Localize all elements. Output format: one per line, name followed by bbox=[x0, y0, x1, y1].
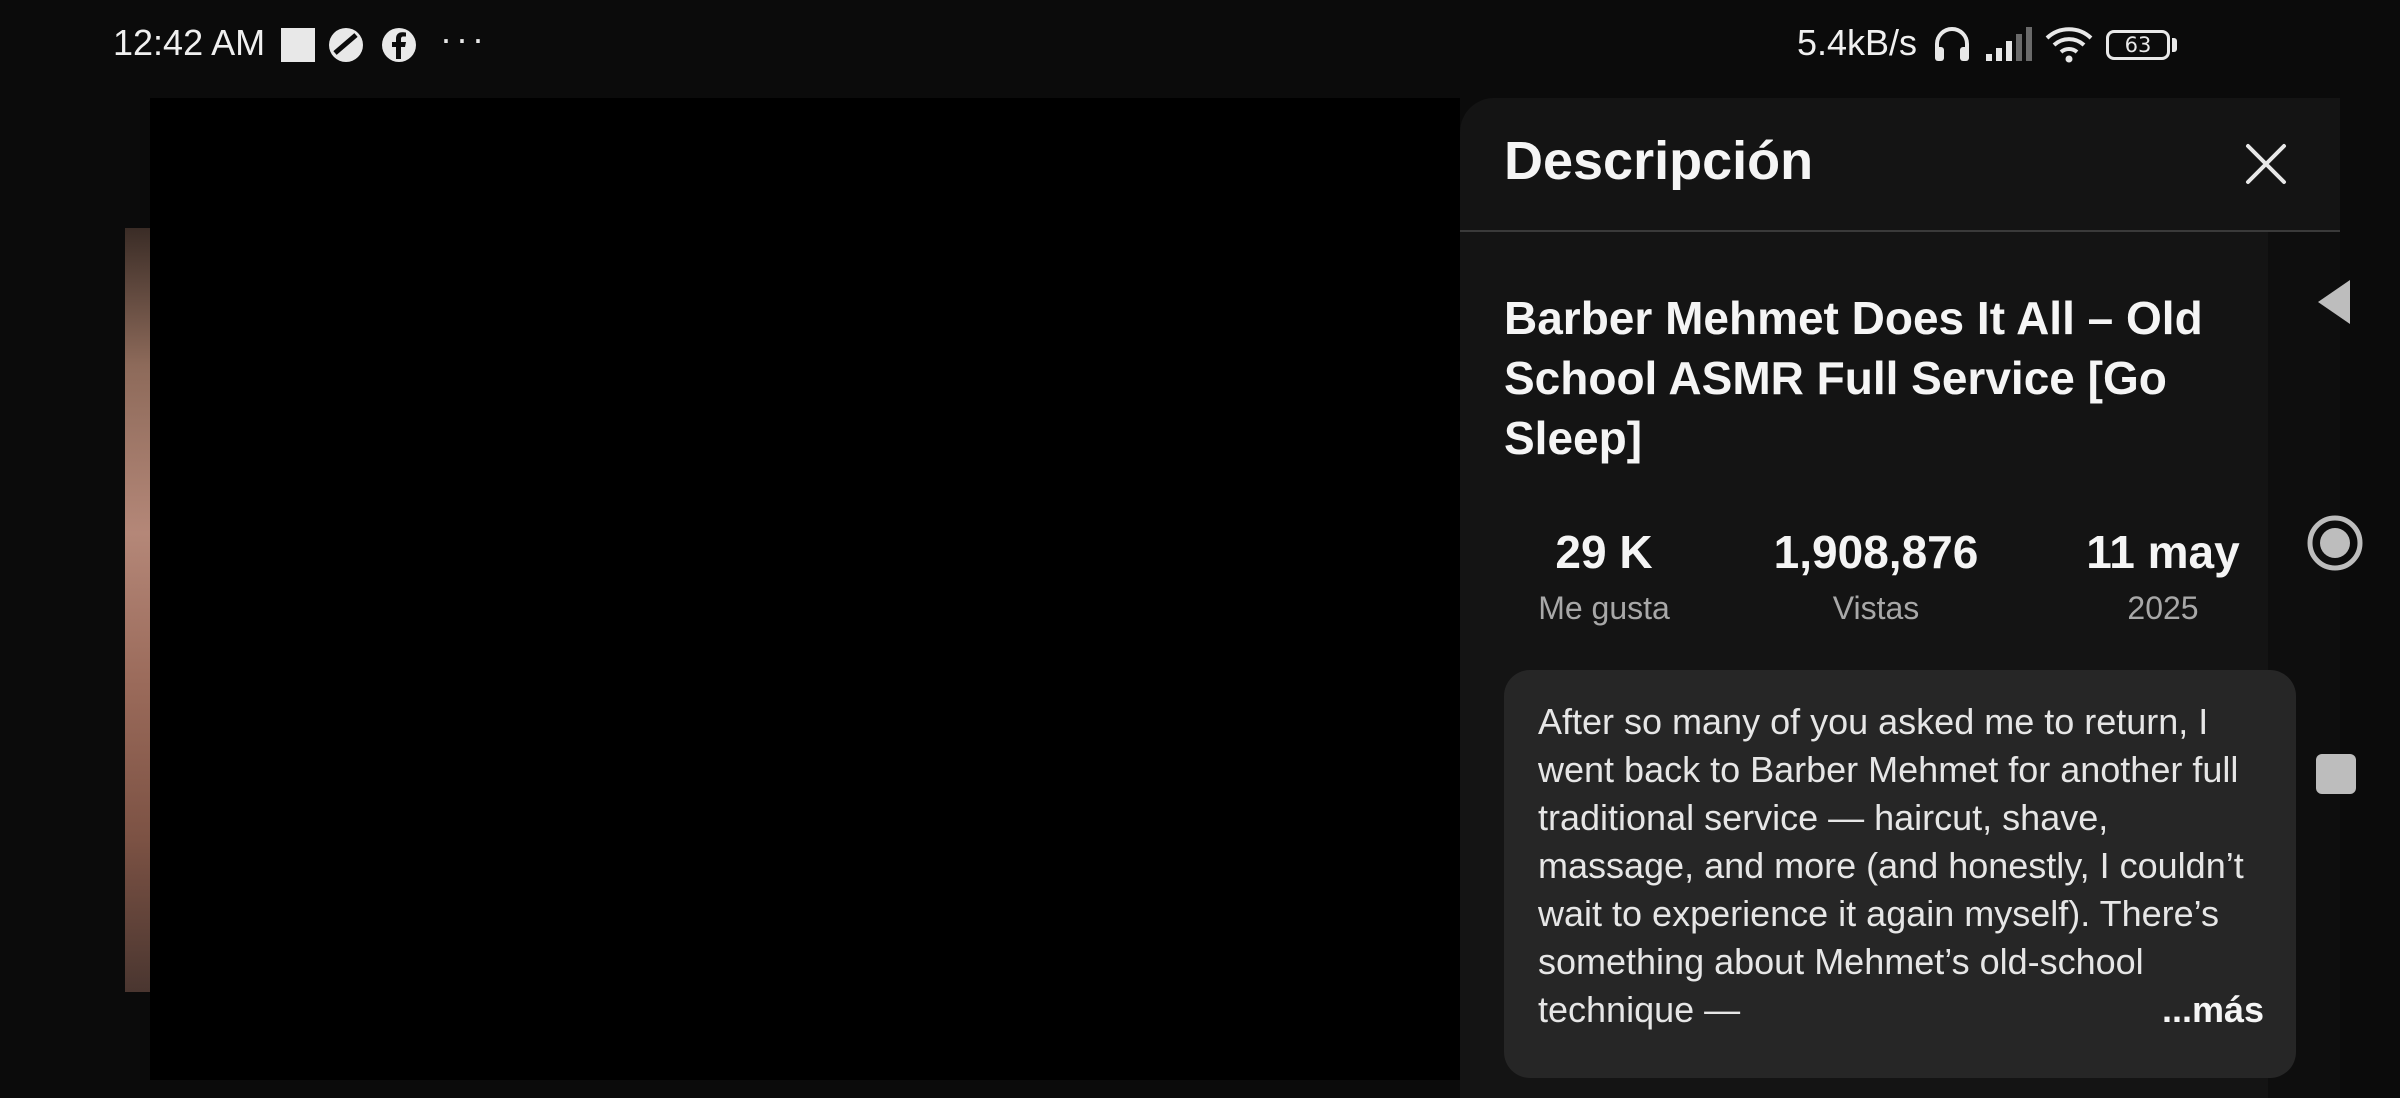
publish-year: 2025 bbox=[2127, 590, 2199, 626]
close-icon[interactable] bbox=[2240, 138, 2292, 190]
wifi-icon bbox=[2045, 27, 2093, 63]
notification-square-icon bbox=[281, 28, 315, 62]
description-box[interactable]: After so many of you asked me to return,… bbox=[1504, 670, 2296, 1078]
description-panel: Descripción Barber Mehmet Does It All – … bbox=[1460, 98, 2340, 1098]
video-player[interactable] bbox=[150, 98, 1460, 1080]
signal-icon bbox=[1986, 27, 2032, 61]
stat-views: 1,908,876 Vistas bbox=[1746, 522, 2006, 630]
stat-likes: 29 K Me gusta bbox=[1474, 522, 1734, 630]
battery-tip bbox=[2172, 38, 2177, 52]
status-bar: 12:42 AM ··· 5.4kB/s 63 bbox=[0, 0, 2400, 92]
more-notifications-icon: ··· bbox=[440, 18, 488, 59]
headphones-icon bbox=[1935, 27, 1969, 61]
video-title: Barber Mehmet Does It All – Old School A… bbox=[1504, 292, 2203, 464]
back-icon[interactable] bbox=[2310, 276, 2362, 328]
show-more-link[interactable]: ...más bbox=[2101, 986, 2264, 1034]
battery-icon: 63 bbox=[2106, 30, 2170, 60]
facebook-icon bbox=[382, 28, 416, 62]
publish-date: 11 may bbox=[2086, 526, 2240, 578]
video-thumbnail-edge bbox=[125, 228, 150, 992]
stat-date: 11 may 2025 bbox=[2033, 522, 2293, 630]
likes-label: Me gusta bbox=[1538, 590, 1670, 626]
likes-count: 29 K bbox=[1555, 526, 1653, 578]
vpn-icon bbox=[329, 28, 363, 62]
recents-icon[interactable] bbox=[2314, 752, 2358, 796]
network-speed: 5.4kB/s bbox=[1797, 22, 1918, 63]
panel-header: Descripción bbox=[1460, 98, 2340, 232]
panel-title: Descripción bbox=[1504, 131, 1814, 191]
home-icon[interactable] bbox=[2306, 514, 2364, 572]
views-label: Vistas bbox=[1832, 590, 1920, 626]
views-count: 1,908,876 bbox=[1773, 526, 1979, 578]
clock: 12:42 AM bbox=[113, 22, 266, 63]
